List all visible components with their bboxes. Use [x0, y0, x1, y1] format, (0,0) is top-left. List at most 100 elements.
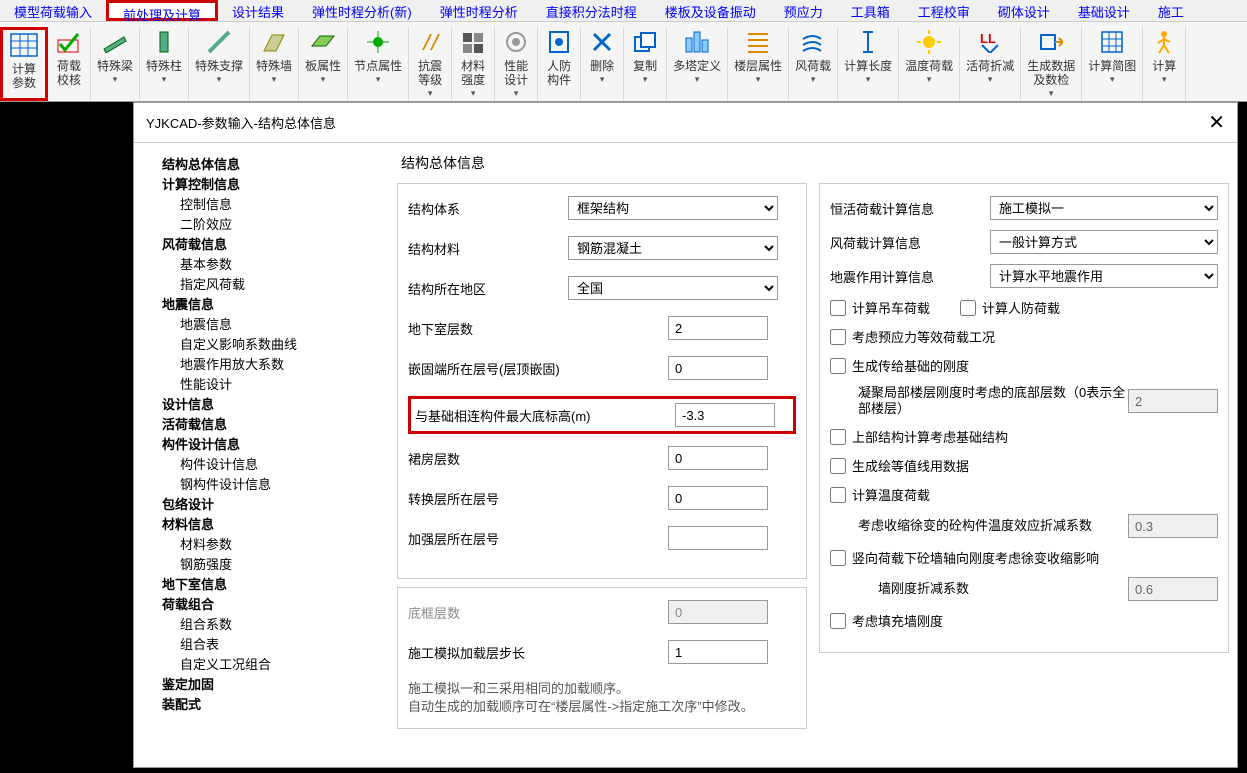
chk-contour[interactable] [830, 458, 846, 474]
chevron-down-icon: ▾ [113, 74, 118, 85]
tree-node[interactable]: 风荷载信息 [162, 235, 379, 255]
menu-item[interactable]: 前处理及计算 [106, 0, 218, 21]
eq-calc-select[interactable]: 计算水平地震作用 [990, 264, 1218, 288]
toolbar-label: 特殊柱 [146, 59, 182, 73]
tree-node[interactable]: 包络设计 [162, 495, 379, 515]
material-select[interactable]: 钢筋混凝土 [568, 236, 778, 260]
embed-input[interactable] [668, 356, 768, 380]
tree-node[interactable]: 控制信息 [162, 195, 379, 215]
menu-item[interactable]: 楼板及设备振动 [651, 0, 770, 21]
toolbar-button[interactable]: 计算▾ [1143, 27, 1186, 101]
chk-prestress[interactable] [830, 329, 846, 345]
chk-temp-label: 计算温度荷载 [852, 485, 930, 504]
toolbar-button[interactable]: 计算 参数 [0, 27, 48, 101]
tree-node[interactable]: 构件设计信息 [162, 435, 379, 455]
toolbar-button[interactable]: 抗震 等级▾ [409, 27, 452, 101]
chk-crane[interactable] [830, 300, 846, 316]
toolbar-button[interactable]: 性能 设计▾ [495, 27, 538, 101]
toolbar-button[interactable]: 复制▾ [624, 27, 667, 101]
menu-item[interactable]: 弹性时程分析(新) [298, 0, 426, 21]
tree-node[interactable]: 自定义工况组合 [162, 655, 379, 675]
tree-node[interactable]: 基本参数 [162, 255, 379, 275]
toolbar-button[interactable]: 多塔定义▾ [667, 27, 728, 101]
tree-node[interactable]: 指定风荷载 [162, 275, 379, 295]
chk-infill[interactable] [830, 613, 846, 629]
tree-node[interactable]: 地下室信息 [162, 575, 379, 595]
tree-node[interactable]: 活荷载信息 [162, 415, 379, 435]
menu-item[interactable]: 直接积分法时程 [532, 0, 651, 21]
tree-node[interactable]: 结构总体信息 [162, 155, 379, 175]
toolbar-label: 计算 [1152, 59, 1176, 73]
tree-node[interactable]: 自定义影响系数曲线 [162, 335, 379, 355]
region-select[interactable]: 全国 [568, 276, 778, 300]
tree-node[interactable]: 荷载组合 [162, 595, 379, 615]
close-icon[interactable]: ✕ [1208, 110, 1225, 135]
menu-item[interactable]: 预应力 [770, 0, 837, 21]
chk-upper[interactable] [830, 429, 846, 445]
defense-icon [544, 27, 574, 57]
tree-node[interactable]: 组合系数 [162, 615, 379, 635]
tree-node[interactable]: 装配式 [162, 695, 379, 715]
chk-vertical[interactable] [830, 550, 846, 566]
tree-node[interactable]: 钢构件设计信息 [162, 475, 379, 495]
menu-item[interactable]: 弹性时程分析 [426, 0, 532, 21]
toolbar-button[interactable]: LL活荷折减▾ [960, 27, 1021, 101]
toolbar-button[interactable]: 板属性▾ [299, 27, 348, 101]
toolbar-label: 温度荷载 [905, 59, 953, 73]
toolbar-button[interactable]: 特殊支撑▾ [189, 27, 250, 101]
toolbar-label: 生成数据 及数检 [1027, 59, 1075, 87]
toolbar-button[interactable]: 节点属性▾ [348, 27, 409, 101]
toolbar-label: 抗震 等级 [418, 59, 442, 87]
toolbar-button[interactable]: 荷载 校核 [48, 27, 91, 101]
toolbar-button[interactable]: 生成数据 及数检▾ [1021, 27, 1082, 101]
toolbar-button[interactable]: 特殊墙▾ [250, 27, 299, 101]
tree-node[interactable]: 地震信息 [162, 315, 379, 335]
tree-node[interactable]: 性能设计 [162, 375, 379, 395]
form-left-column: 结构体系 框架结构 结构材料 钢筋混凝土 结构所在地区 全国 地下室层数 [397, 183, 807, 737]
toolbar-button[interactable]: 特殊柱▾ [140, 27, 189, 101]
chk-infill-label: 考虑填充墙刚度 [852, 611, 943, 630]
tree-node[interactable]: 二阶效应 [162, 215, 379, 235]
tree-node[interactable]: 设计信息 [162, 395, 379, 415]
tree-node[interactable]: 组合表 [162, 635, 379, 655]
tree-node[interactable]: 地震信息 [162, 295, 379, 315]
toolbar-button[interactable]: 计算长度▾ [838, 27, 899, 101]
tree-node[interactable]: 计算控制信息 [162, 175, 379, 195]
tree-node[interactable]: 鉴定加固 [162, 675, 379, 695]
menu-item[interactable]: 模型荷载输入 [0, 0, 106, 21]
podium-input[interactable] [668, 446, 768, 470]
gen-icon [1036, 27, 1066, 57]
slab-icon [308, 27, 338, 57]
struct-system-select[interactable]: 框架结构 [568, 196, 778, 220]
nav-tree: 结构总体信息计算控制信息控制信息二阶效应风荷载信息基本参数指定风荷载地震信息地震… [134, 143, 389, 767]
menu-item[interactable]: 工具箱 [837, 0, 904, 21]
toolbar-button[interactable]: 计算简图▾ [1082, 27, 1143, 101]
toolbar-button[interactable]: 特殊梁▾ [91, 27, 140, 101]
menu-item[interactable]: 施工 [1144, 0, 1198, 21]
wind-calc-select[interactable]: 一般计算方式 [990, 230, 1218, 254]
toolbar-button[interactable]: 材料 强度▾ [452, 27, 495, 101]
tree-node[interactable]: 钢筋强度 [162, 555, 379, 575]
tree-node[interactable]: 材料信息 [162, 515, 379, 535]
tree-node[interactable]: 材料参数 [162, 535, 379, 555]
strengthen-input[interactable] [668, 526, 768, 550]
chk-temp[interactable] [830, 487, 846, 503]
chk-defense[interactable] [960, 300, 976, 316]
construct-step-input[interactable] [668, 640, 768, 664]
toolbar-button[interactable]: 人防 构件 [538, 27, 581, 101]
chk-foundation-stiff[interactable] [830, 358, 846, 374]
transfer-input[interactable] [668, 486, 768, 510]
basement-input[interactable] [668, 316, 768, 340]
tree-node[interactable]: 构件设计信息 [162, 455, 379, 475]
menu-item[interactable]: 砌体设计 [984, 0, 1064, 21]
menu-item[interactable]: 设计结果 [218, 0, 298, 21]
dl-calc-select[interactable]: 施工模拟一 [990, 196, 1218, 220]
toolbar-button[interactable]: 温度荷载▾ [899, 27, 960, 101]
foundation-input[interactable] [675, 403, 775, 427]
menu-item[interactable]: 工程校审 [904, 0, 984, 21]
toolbar-button[interactable]: 删除▾ [581, 27, 624, 101]
tree-node[interactable]: 地震作用放大系数 [162, 355, 379, 375]
toolbar-button[interactable]: 楼层属性▾ [728, 27, 789, 101]
menu-item[interactable]: 基础设计 [1064, 0, 1144, 21]
toolbar-button[interactable]: 风荷载▾ [789, 27, 838, 101]
